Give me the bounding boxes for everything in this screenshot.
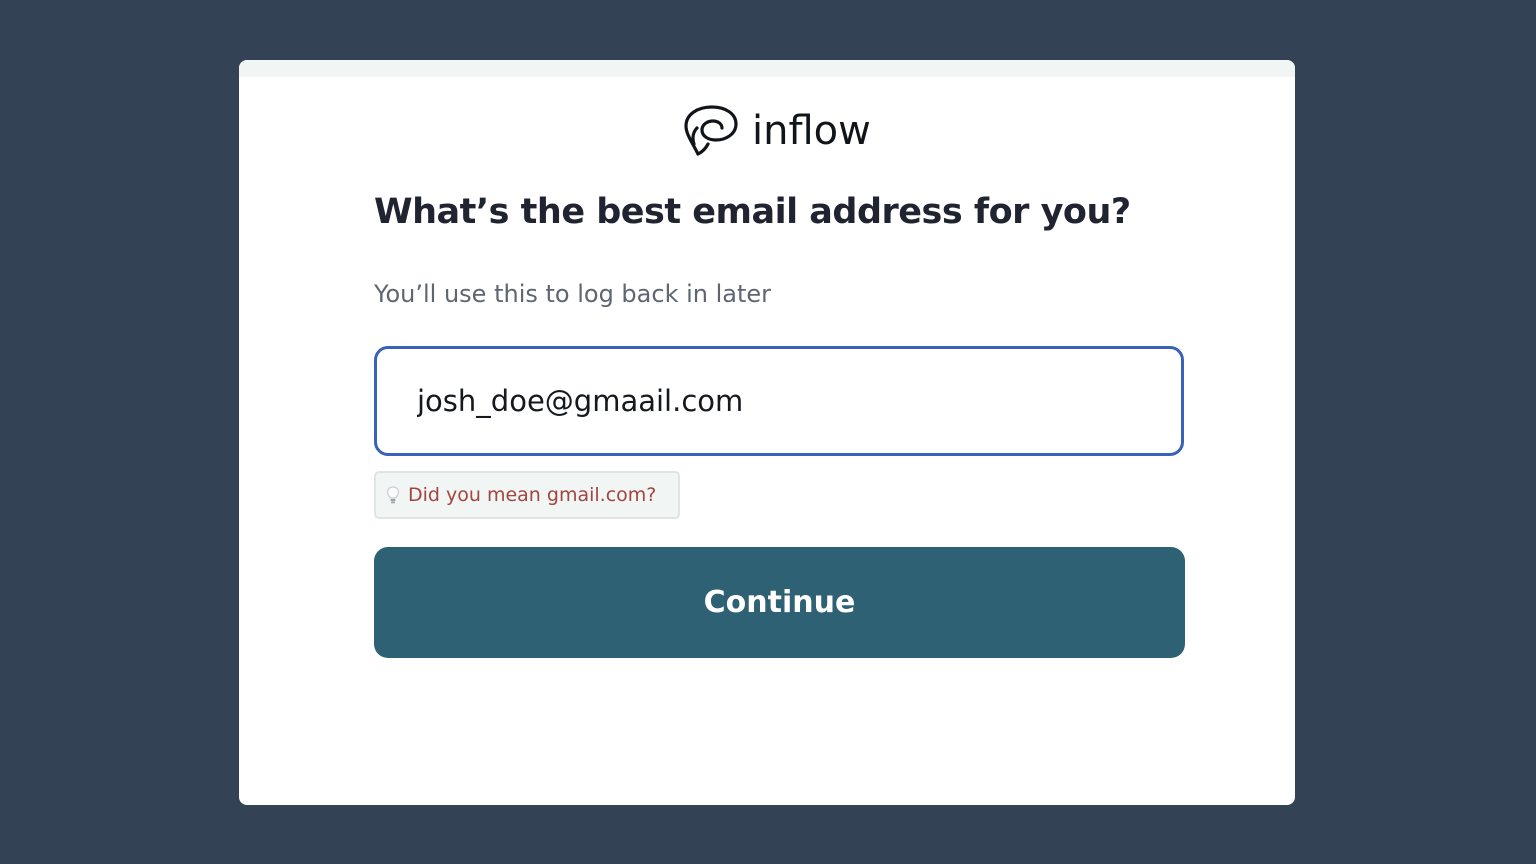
page-title: What’s the best email address for you? [374,192,1131,232]
lightbulb-icon [386,485,400,505]
email-input[interactable] [374,346,1184,456]
brand-name: inflow [752,108,871,154]
suggestion-text: Did you mean gmail.com? [408,484,657,506]
signup-card: inflow What’s the best email address for… [239,60,1295,805]
email-suggestion-chip[interactable]: Did you mean gmail.com? [374,471,680,519]
continue-button[interactable]: Continue [374,547,1185,658]
page-subtitle: You’ll use this to log back in later [374,280,772,308]
brand-logo: inflow [680,104,871,158]
inflow-logo-icon [680,104,740,158]
progress-bar [239,60,1295,77]
